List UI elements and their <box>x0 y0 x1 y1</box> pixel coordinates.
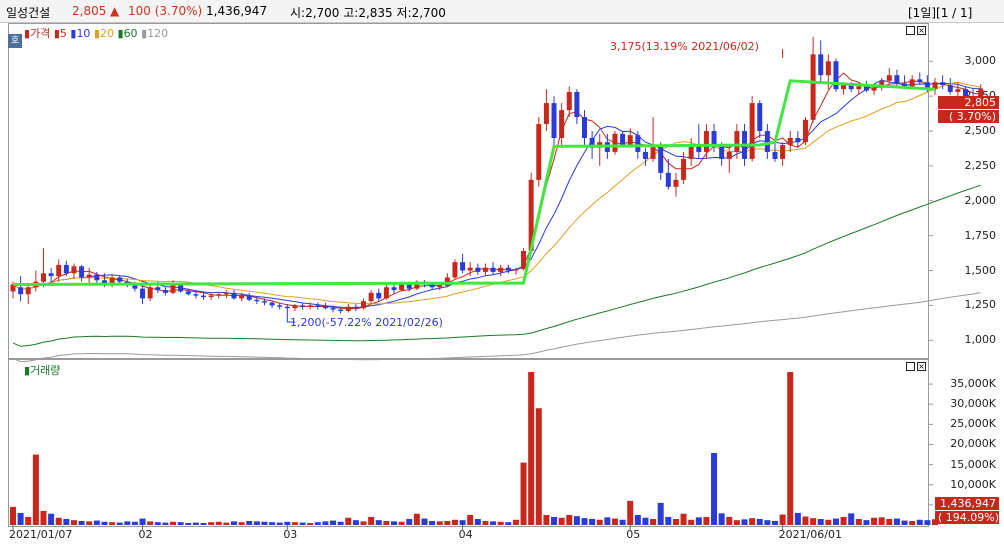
price-y-tick: 3,000 <box>964 54 997 68</box>
candle-body <box>932 82 938 90</box>
current-change-tag-value: ( 3.70%) <box>948 110 996 123</box>
chart-type-button[interactable]: 호 <box>8 34 22 48</box>
date-x-tick: 2021/01/07 <box>9 528 73 541</box>
date-x-tick: 03 <box>283 528 298 541</box>
legend-ma60: 60 <box>123 27 138 40</box>
price-y-tick: 1,250 <box>964 298 997 312</box>
legend-ma120: 120 <box>147 27 169 40</box>
date-x-tick: 05 <box>626 528 641 541</box>
price-change: 100 (3.70%) <box>128 4 203 18</box>
current-volume-tag: 1,436,947 <box>935 497 999 510</box>
price-y-tick: 1,500 <box>964 263 997 277</box>
close-icon[interactable]: × <box>917 362 926 371</box>
legend-ma20: 20 <box>100 27 114 40</box>
price-y-tick: 1,750 <box>964 228 997 242</box>
date-x-tick: 2021/06/01 <box>778 528 843 541</box>
legend-price: 가격 <box>30 27 51 40</box>
quote-header-bar: 일성건설 2,805 ▲ 100 (3.70%) 1,436,947 시:2,7… <box>0 0 1004 23</box>
maximize-icon[interactable] <box>906 26 915 35</box>
volume-axis-divider <box>928 359 929 527</box>
high-price-note: 3,175(13.19% 2021/06/02) <box>610 40 759 53</box>
date-x-tick: 02 <box>138 528 153 541</box>
volume-y-tick: 35,000K <box>950 377 996 391</box>
volume-y-tick: 30,000K <box>950 397 996 411</box>
volume-y-tick: 25,000K <box>950 417 996 431</box>
ohl-values: 시:2,700 고:2,835 저:2,700 <box>290 6 446 20</box>
legend-volume: 거래량 <box>30 364 61 377</box>
chart-type-button-label: 호 <box>10 36 20 46</box>
price-y-tick: 2,500 <box>964 124 997 138</box>
maximize-icon[interactable] <box>906 362 915 371</box>
close-icon[interactable]: × <box>917 26 926 35</box>
price-axis-divider <box>928 23 929 359</box>
volume-value: 1,436,947 <box>206 4 268 18</box>
price-y-tick: 2,000 <box>964 193 997 207</box>
price-y-tick: 1,000 <box>964 333 997 347</box>
current-volume-tag-value: 1,436,947 <box>940 497 996 510</box>
legend-ma10: 10 <box>76 27 91 40</box>
current-change-tag: ( 3.70%) <box>938 110 999 123</box>
volume-y-tick: 10,000K <box>950 477 996 491</box>
current-price-tag-value: 2,805 <box>964 96 997 109</box>
low-price-note: 1,200(-57.22% 2021/02/26) <box>290 316 443 329</box>
volume-y-tick: 15,000K <box>950 457 996 471</box>
candle-body <box>940 82 946 85</box>
volume-change-tag: ( 194.09%) <box>935 511 999 524</box>
volume-y-tick: 20,000K <box>950 437 996 451</box>
change-arrow-icon: ▲ <box>110 4 120 18</box>
current-price: 2,805 <box>72 4 107 18</box>
volume-legend: ▮거래량 <box>24 362 60 378</box>
volume-chart-panel[interactable] <box>8 359 929 527</box>
price-chart-panel[interactable] <box>8 23 929 359</box>
price-y-tick: 2,250 <box>964 158 997 172</box>
price-legend: ▮가격 ▮5 ▮10 ▮20 ▮60 ▮120 <box>24 25 168 41</box>
volume-change-tag-value: ( 194.09%) <box>938 511 1000 524</box>
current-price-tag: 2,805 <box>938 96 999 109</box>
stock-name[interactable]: 일성건설 <box>6 4 50 21</box>
legend-ma5: 5 <box>59 27 67 40</box>
date-x-tick: 04 <box>458 528 473 541</box>
period-selector[interactable]: [1일][1 / 1] <box>908 4 972 21</box>
